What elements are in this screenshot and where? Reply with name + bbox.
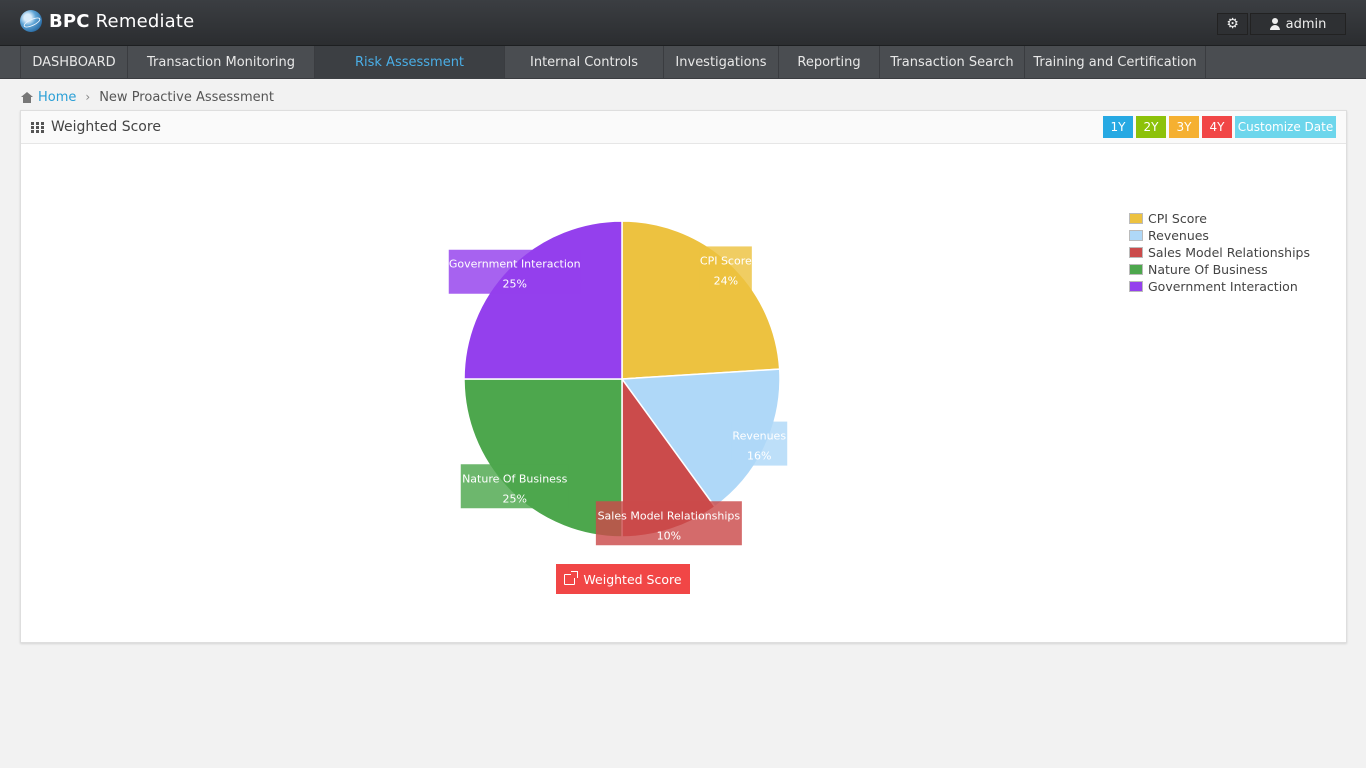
legend-item-nature-of-business: Nature Of Business bbox=[1129, 261, 1310, 278]
legend-label: Nature Of Business bbox=[1148, 262, 1268, 277]
app-title: BPC Remediate bbox=[49, 11, 194, 32]
legend-item-government-interaction: Government Interaction bbox=[1129, 278, 1310, 295]
app-title-rest: Remediate bbox=[89, 10, 195, 32]
legend-swatch bbox=[1129, 264, 1143, 275]
weighted-score-pie-chart: CPI Score 24% Revenues 16% Sales Model Relat… bbox=[448, 220, 788, 546]
breadcrumb-separator: › bbox=[85, 90, 91, 104]
pie-label-cpi-score: CPI Score 24% bbox=[699, 246, 752, 291]
legend-label: Sales Model Relationships bbox=[1148, 245, 1310, 260]
nav-item-dashboard[interactable]: DASHBOARD bbox=[20, 46, 128, 79]
legend-item-revenues: Revenues bbox=[1129, 227, 1310, 244]
home-icon bbox=[21, 91, 33, 103]
legend-swatch bbox=[1129, 230, 1143, 241]
user-icon bbox=[1269, 18, 1280, 30]
breadcrumb-home-link[interactable]: Home bbox=[38, 90, 76, 105]
settings-button[interactable]: ⚙ bbox=[1217, 13, 1248, 35]
pie-label-name: Sales Model Relationships bbox=[598, 509, 741, 522]
top-bar: BPC Remediate ⚙ admin bbox=[0, 0, 1366, 46]
legend-label: Government Interaction bbox=[1148, 279, 1298, 294]
weighted-score-button[interactable]: Weighted Score bbox=[556, 564, 690, 594]
gear-icon: ⚙ bbox=[1226, 16, 1239, 32]
pie-label-government-interaction: Government Interaction 25% bbox=[448, 249, 581, 294]
external-link-icon bbox=[564, 570, 579, 585]
pie-label-name: Government Interaction bbox=[449, 258, 581, 271]
chart-legend: CPI Score Revenues Sales Model Relationshi… bbox=[1129, 210, 1310, 295]
nav-item-training-certification[interactable]: Training and Certification bbox=[1025, 46, 1206, 79]
legend-swatch bbox=[1129, 213, 1143, 224]
globe-logo-icon bbox=[20, 10, 42, 32]
nav-item-transaction-search[interactable]: Transaction Search bbox=[880, 46, 1025, 79]
user-name: admin bbox=[1285, 16, 1327, 32]
app-title-bold: BPC bbox=[49, 10, 90, 32]
user-menu-button[interactable]: admin bbox=[1250, 13, 1346, 35]
breadcrumb: Home › New Proactive Assessment bbox=[21, 89, 274, 105]
pie-label-percent: 25% bbox=[503, 278, 527, 291]
nav-item-risk-assessment[interactable]: Risk Assessment bbox=[315, 46, 505, 79]
legend-item-cpi-score: CPI Score bbox=[1129, 210, 1310, 227]
pie-label-name: CPI Score bbox=[700, 254, 752, 267]
legend-label: Revenues bbox=[1148, 228, 1209, 243]
nav-item-internal-controls[interactable]: Internal Controls bbox=[505, 46, 664, 79]
pie-label-sales-model-relationships: Sales Model Relationships 10% bbox=[595, 501, 742, 546]
legend-swatch bbox=[1129, 281, 1143, 292]
legend-swatch bbox=[1129, 247, 1143, 258]
nav-item-transaction-monitoring[interactable]: Transaction Monitoring bbox=[128, 46, 315, 79]
legend-item-sales-model-relationships: Sales Model Relationships bbox=[1129, 244, 1310, 261]
pie-label-nature-of-business: Nature Of Business 25% bbox=[460, 464, 569, 509]
breadcrumb-current: New Proactive Assessment bbox=[99, 89, 274, 105]
pie-label-revenues: Revenues 16% bbox=[731, 421, 788, 466]
weighted-score-button-label: Weighted Score bbox=[583, 571, 682, 587]
pie-slice-cpi-score[interactable] bbox=[621, 220, 781, 380]
main-nav: DASHBOARD Transaction Monitoring Risk As… bbox=[0, 46, 1366, 79]
nav-item-reporting[interactable]: Reporting bbox=[779, 46, 880, 79]
pie-slice-government-interaction[interactable] bbox=[463, 220, 623, 380]
pie-label-percent: 24% bbox=[714, 274, 738, 287]
pie-label-name: Nature Of Business bbox=[462, 472, 568, 485]
pie-label-percent: 10% bbox=[657, 529, 681, 542]
nav-item-investigations[interactable]: Investigations bbox=[664, 46, 779, 79]
pie-label-percent: 25% bbox=[503, 492, 527, 505]
legend-label: CPI Score bbox=[1148, 211, 1207, 226]
app-logo[interactable]: BPC Remediate bbox=[20, 10, 194, 32]
pie-label-percent: 16% bbox=[747, 450, 771, 463]
weighted-score-panel: Weighted Score 1Y 2Y 3Y 4Y Customize Dat… bbox=[20, 110, 1347, 643]
pie-label-name: Revenues bbox=[732, 430, 786, 443]
